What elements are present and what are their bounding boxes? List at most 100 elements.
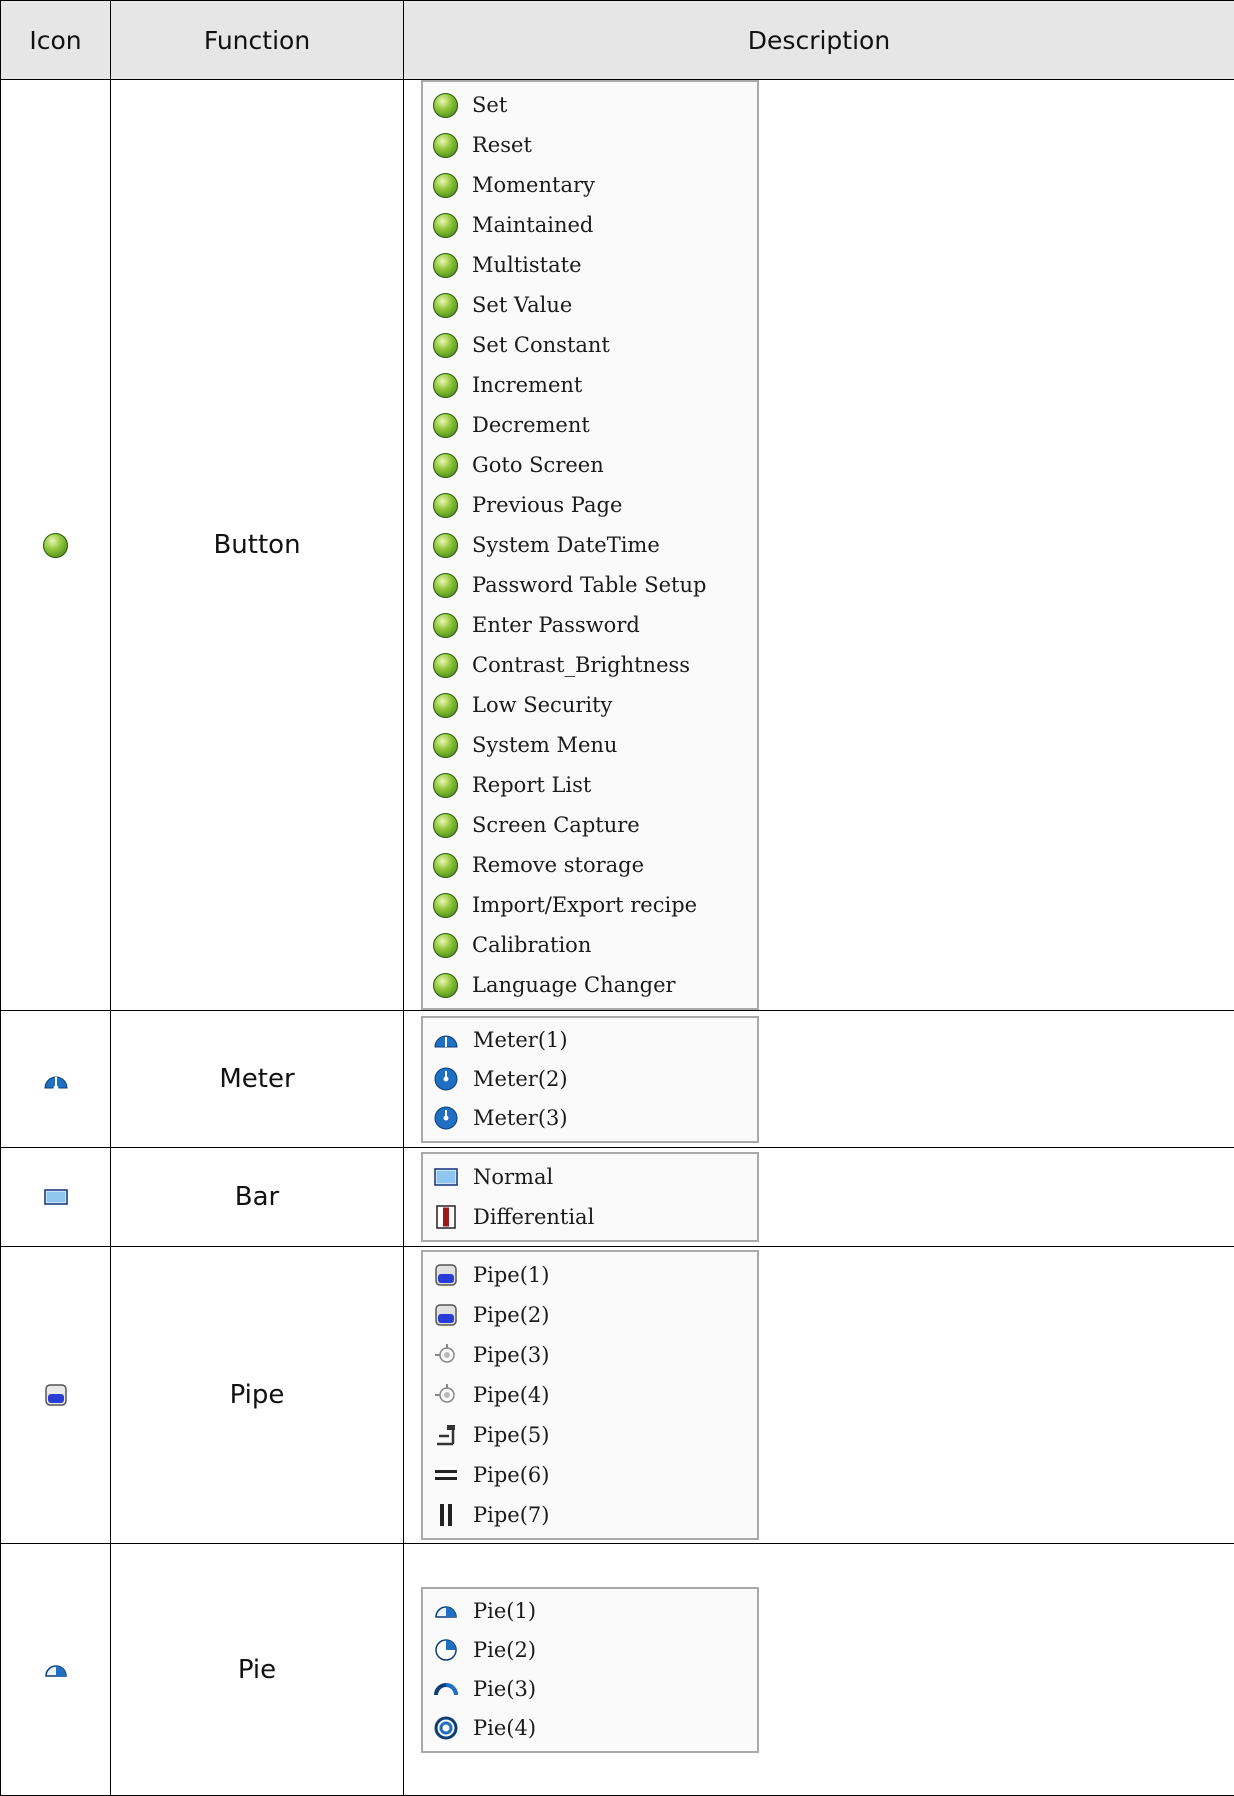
menu-item-label: Low Security xyxy=(472,693,612,717)
button-item-icon xyxy=(433,173,458,198)
button-item-icon xyxy=(433,973,458,998)
row-meter: Meter Meter(1)Meter(2) Meter(3) xyxy=(1,1011,1234,1148)
menu-item-button-1[interactable]: Set xyxy=(433,85,757,125)
menu-item-button-22[interactable]: Calibration xyxy=(433,925,757,965)
menu-item-label: Pipe(2) xyxy=(473,1303,549,1327)
menu-item-button-8[interactable]: Increment xyxy=(433,365,757,405)
row-pipe: Pipe Pipe(1)Pipe(2)Pipe(3)Pipe(4)Pipe(5)… xyxy=(1,1247,1234,1544)
button-item-icon xyxy=(433,413,458,438)
menu-item-button-2[interactable]: Reset xyxy=(433,125,757,165)
menu-item-label: Language Changer xyxy=(472,973,676,997)
menu-item-label: System Menu xyxy=(472,733,617,757)
menu-item-pipe-4[interactable]: Pipe(4) xyxy=(433,1375,757,1415)
menu-item-pipe-7[interactable]: Pipe(7) xyxy=(433,1495,757,1535)
button-description-cell: SetResetMomentaryMaintainedMultistateSet… xyxy=(404,80,1234,1011)
menu-item-meter-3[interactable]: Meter(3) xyxy=(433,1099,757,1138)
menu-item-button-20[interactable]: Remove storage xyxy=(433,845,757,885)
menu-item-pipe-3[interactable]: Pipe(3) xyxy=(433,1335,757,1375)
menu-item-pie-4[interactable]: Pie(4) xyxy=(433,1709,757,1748)
menu-item-bar-2[interactable]: Differential xyxy=(433,1197,757,1237)
menu-item-label: Previous Page xyxy=(472,493,622,517)
menu-item-label: Contrast_Brightness xyxy=(472,653,690,677)
menu-item-button-6[interactable]: Set Value xyxy=(433,285,757,325)
menu-item-meter-2[interactable]: Meter(2) xyxy=(433,1060,757,1099)
menu-item-button-11[interactable]: Previous Page xyxy=(433,485,757,525)
menu-item-label: Pie(3) xyxy=(473,1677,536,1701)
function-pie: Pie xyxy=(111,1544,404,1796)
menu-item-button-3[interactable]: Momentary xyxy=(433,165,757,205)
header-function: Function xyxy=(111,1,404,80)
menu-item-button-7[interactable]: Set Constant xyxy=(433,325,757,365)
menu-item-label: Differential xyxy=(473,1205,594,1229)
menu-item-label: Goto Screen xyxy=(472,453,604,477)
pie-description-cell: Pie(1)Pie(2) Pie(3) Pie(4) xyxy=(404,1544,1234,1796)
menu-item-button-19[interactable]: Screen Capture xyxy=(433,805,757,845)
menu-item-button-4[interactable]: Maintained xyxy=(433,205,757,245)
menu-item-label: Report List xyxy=(472,773,591,797)
meter-icon xyxy=(43,1068,69,1090)
menu-item-button-18[interactable]: Report List xyxy=(433,765,757,805)
pie-item-icon xyxy=(433,1598,459,1624)
menu-item-bar-1[interactable]: Normal xyxy=(433,1157,757,1197)
bar-item-icon xyxy=(433,1204,459,1230)
button-item-icon xyxy=(433,773,458,798)
menu-item-label: Set xyxy=(472,93,507,117)
menu-item-pipe-2[interactable]: Pipe(2) xyxy=(433,1295,757,1335)
menu-item-button-5[interactable]: Multistate xyxy=(433,245,757,285)
button-item-icon xyxy=(433,893,458,918)
header-description: Description xyxy=(404,1,1234,80)
bar-item-icon xyxy=(433,1164,459,1190)
button-item-icon xyxy=(433,693,458,718)
menu-item-button-10[interactable]: Goto Screen xyxy=(433,445,757,485)
pie-icon-cell xyxy=(1,1544,111,1796)
meter-menu-panel: Meter(1)Meter(2) Meter(3) xyxy=(421,1016,759,1143)
menu-item-button-15[interactable]: Contrast_Brightness xyxy=(433,645,757,685)
button-item-icon xyxy=(433,213,458,238)
pie-item-icon xyxy=(433,1676,459,1702)
menu-item-pipe-1[interactable]: Pipe(1) xyxy=(433,1255,757,1295)
button-item-icon xyxy=(433,93,458,118)
menu-item-label: Increment xyxy=(472,373,582,397)
menu-item-label: Pipe(1) xyxy=(473,1263,549,1287)
menu-item-button-13[interactable]: Password Table Setup xyxy=(433,565,757,605)
menu-item-button-12[interactable]: System DateTime xyxy=(433,525,757,565)
menu-item-label: Pipe(4) xyxy=(473,1383,549,1407)
bar-description-cell: Normal Differential xyxy=(404,1148,1234,1247)
menu-item-meter-1[interactable]: Meter(1) xyxy=(433,1021,757,1060)
menu-item-label: Screen Capture xyxy=(472,813,640,837)
menu-item-pie-1[interactable]: Pie(1) xyxy=(433,1592,757,1631)
pipe-item-icon xyxy=(433,1382,459,1408)
pipe-item-icon xyxy=(433,1502,459,1528)
button-item-icon xyxy=(433,853,458,878)
function-meter: Meter xyxy=(111,1011,404,1148)
menu-item-pipe-6[interactable]: Pipe(6) xyxy=(433,1455,757,1495)
menu-item-pipe-5[interactable]: Pipe(5) xyxy=(433,1415,757,1455)
row-pie: Pie Pie(1)Pie(2) Pie(3) Pie(4) xyxy=(1,1544,1234,1796)
pipe-item-icon xyxy=(433,1462,459,1488)
pipe-item-icon xyxy=(433,1302,459,1328)
pipe-description-cell: Pipe(1) Pipe(2) Pipe(3) Pipe(4) Pipe(5) Pipe(… xyxy=(404,1247,1234,1544)
menu-item-label: Meter(3) xyxy=(473,1106,568,1130)
menu-item-label: Normal xyxy=(473,1165,553,1189)
bar-icon-cell xyxy=(1,1148,111,1247)
menu-item-button-16[interactable]: Low Security xyxy=(433,685,757,725)
pipe-item-icon xyxy=(433,1342,459,1368)
menu-item-label: Calibration xyxy=(472,933,591,957)
menu-item-pie-3[interactable]: Pie(3) xyxy=(433,1670,757,1709)
menu-item-label: Pipe(6) xyxy=(473,1463,549,1487)
function-button: Button xyxy=(111,80,404,1011)
button-item-icon xyxy=(433,813,458,838)
button-menu-panel: SetResetMomentaryMaintainedMultistateSet… xyxy=(421,80,759,1010)
menu-item-button-23[interactable]: Language Changer xyxy=(433,965,757,1005)
pipe-icon-cell xyxy=(1,1247,111,1544)
menu-item-label: Import/Export recipe xyxy=(472,893,697,917)
menu-item-button-21[interactable]: Import/Export recipe xyxy=(433,885,757,925)
pipe-icon xyxy=(43,1382,69,1408)
menu-item-button-17[interactable]: System Menu xyxy=(433,725,757,765)
menu-item-button-14[interactable]: Enter Password xyxy=(433,605,757,645)
meter-icon-cell xyxy=(1,1011,111,1148)
button-item-icon xyxy=(433,493,458,518)
function-bar: Bar xyxy=(111,1148,404,1247)
menu-item-pie-2[interactable]: Pie(2) xyxy=(433,1631,757,1670)
menu-item-button-9[interactable]: Decrement xyxy=(433,405,757,445)
